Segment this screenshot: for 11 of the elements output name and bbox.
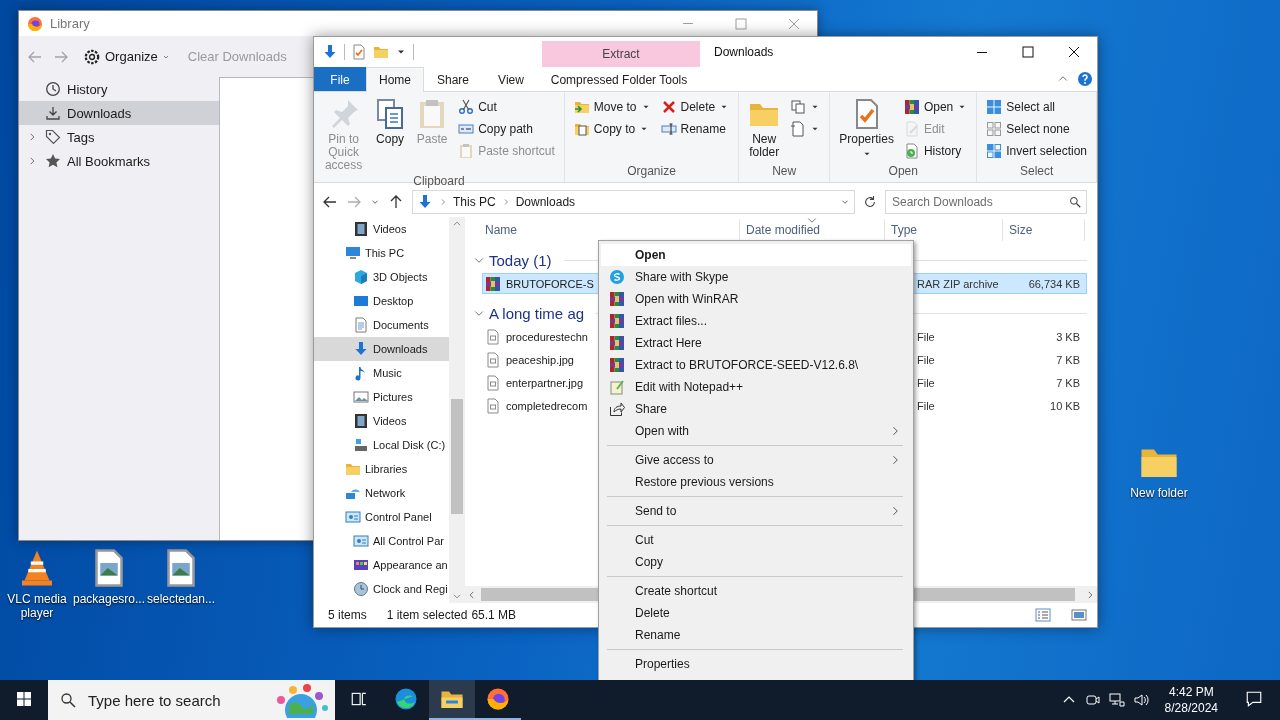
window-title: Downloads xyxy=(713,44,774,61)
ribbon-group-label: Open xyxy=(887,164,919,180)
status-text: 5 items xyxy=(328,608,367,622)
window-title: Library xyxy=(50,16,90,31)
status-text: 1 item selected xyxy=(386,608,468,622)
ribbon-group-label: Organize xyxy=(626,164,677,180)
ribbon-group-label: New xyxy=(771,164,798,180)
context-tab-header: Extract xyxy=(542,41,700,67)
ribbon-group-label: Clipboard xyxy=(412,174,466,188)
status-text: 65.1 MB xyxy=(471,608,517,622)
ribbon-group-label: Select xyxy=(1018,164,1055,180)
